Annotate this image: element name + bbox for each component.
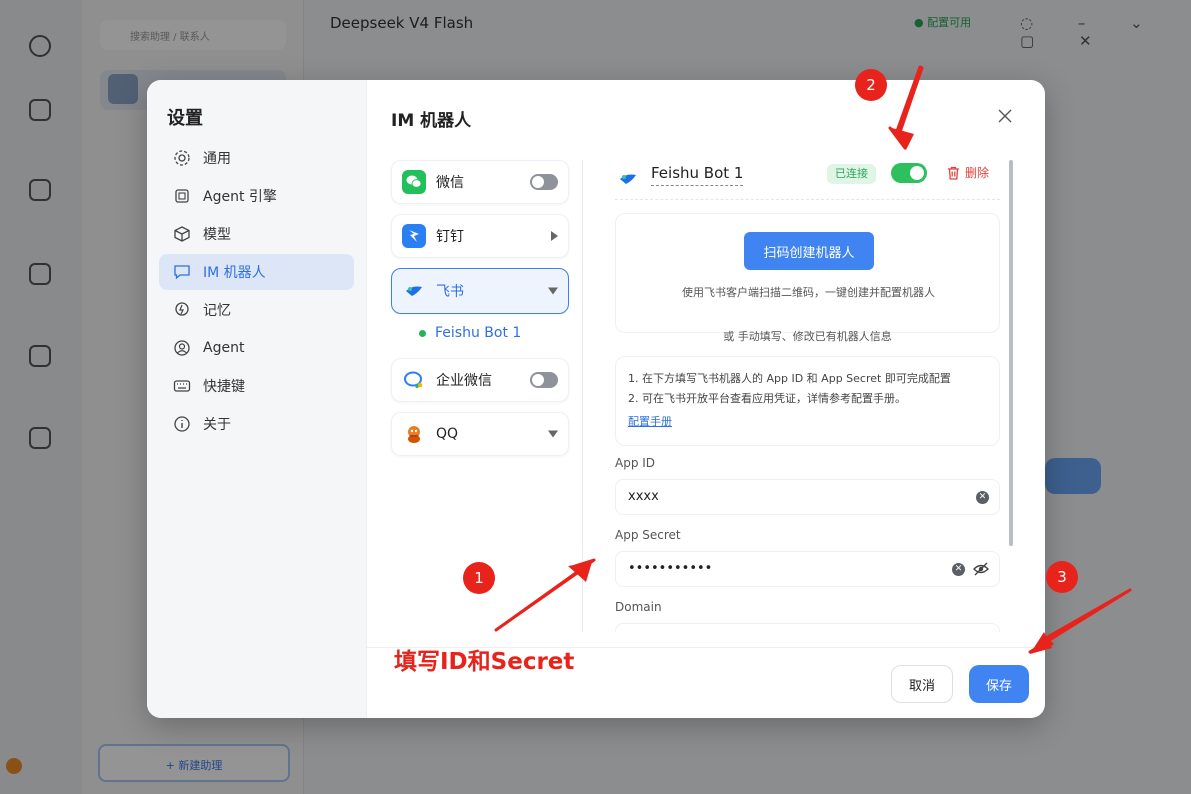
info-icon — [173, 415, 191, 433]
eye-off-icon[interactable] — [973, 562, 989, 576]
nav-item-agent-engine[interactable]: Agent 引擎 — [159, 178, 354, 214]
dingtalk-icon — [402, 224, 426, 248]
delete-label: 删除 — [965, 166, 990, 180]
annotation-number-1: 1 — [463, 562, 495, 594]
platform-label: 企业微信 — [436, 373, 492, 389]
nav-item-model[interactable]: 模型 — [159, 216, 354, 252]
online-dot — [419, 329, 426, 337]
platform-wecom[interactable]: 企业微信 — [391, 358, 569, 402]
wecom-icon — [402, 368, 426, 392]
chevron-right-icon[interactable] — [551, 231, 558, 241]
close-icon — [998, 109, 1012, 123]
qr-create-box: 扫码创建机器人 使用飞书客户端扫描二维码，一键创建并配置机器人 — [615, 213, 1000, 333]
nav-item-agent[interactable]: Agent — [159, 330, 354, 366]
settings-sidebar: 设置 通用 Agent 引擎 模型 IM 机器人 记忆 Agent 快捷键 关于 — [147, 80, 367, 718]
bot-config-panel: Feishu Bot 1 已连接 删除 扫码创建机器人 使用飞书客户端扫描二维码… — [615, 160, 1005, 632]
chip-icon — [173, 187, 191, 205]
nav-item-im-bot[interactable]: IM 机器人 — [159, 254, 354, 290]
save-button[interactable]: 保存 — [969, 665, 1029, 703]
bot-list-label: Feishu Bot 1 — [435, 325, 522, 341]
nav-label: Agent — [203, 340, 245, 356]
domain-label: Domain — [615, 600, 662, 614]
chevron-down-icon[interactable] — [548, 287, 558, 295]
platform-label: 飞书 — [436, 284, 464, 300]
annotation-number-2: 2 — [855, 69, 887, 101]
platform-label: 钉钉 — [436, 229, 464, 245]
bot-header: Feishu Bot 1 已连接 删除 — [615, 160, 1000, 200]
nav-label: IM 机器人 — [203, 265, 266, 281]
qr-tip: 使用飞书客户端扫描二维码，一键创建并配置机器人 — [682, 286, 935, 299]
manual-divider-text: 或 手动填写、修改已有机器人信息 — [723, 330, 892, 343]
nav-item-general[interactable]: 通用 — [159, 140, 354, 176]
settings-title: 设置 — [167, 108, 203, 129]
app-secret-label: App Secret — [615, 528, 681, 542]
chevron-down-icon[interactable] — [548, 430, 558, 438]
wecom-toggle[interactable] — [530, 372, 558, 388]
close-button[interactable] — [993, 104, 1017, 128]
divider — [582, 160, 583, 632]
app-secret-value: ••••••••••• — [628, 561, 713, 576]
page-title: IM 机器人 — [391, 111, 472, 131]
nav-label: 记忆 — [203, 303, 231, 319]
delete-button[interactable]: 删除 — [947, 164, 989, 181]
nav-item-shortcuts[interactable]: 快捷键 — [159, 368, 354, 404]
app-id-field[interactable]: xxxx ✕ — [615, 479, 1000, 515]
scrollbar[interactable] — [1009, 160, 1013, 546]
app-secret-field[interactable]: ••••••••••• ✕ — [615, 551, 1000, 587]
feishu-icon — [620, 174, 636, 184]
clear-icon[interactable]: ✕ — [952, 563, 965, 576]
feishu-icon — [402, 279, 426, 303]
annotation-text: 填写ID和Secret — [394, 649, 575, 675]
help-line: 2. 可在飞书开放平台查看应用凭证，详情参考配置手册。 — [628, 392, 906, 405]
platform-label: QQ — [436, 426, 459, 442]
bot-list-item[interactable]: Feishu Bot 1 — [419, 325, 521, 341]
nav-label: 快捷键 — [203, 379, 245, 395]
keyboard-icon — [173, 377, 191, 395]
settings-dialog: 设置 通用 Agent 引擎 模型 IM 机器人 记忆 Agent 快捷键 关于… — [147, 80, 1045, 718]
status-badge: 已连接 — [827, 164, 876, 184]
nav-label: Agent 引擎 — [203, 189, 277, 205]
bot-name[interactable]: Feishu Bot 1 — [651, 164, 744, 186]
nav-item-about[interactable]: 关于 — [159, 406, 354, 442]
chat-bubble-icon — [173, 263, 191, 281]
scan-create-button[interactable]: 扫码创建机器人 — [744, 232, 874, 270]
cube-icon — [173, 225, 191, 243]
app-id-value: xxxx — [628, 489, 659, 504]
platform-dingtalk[interactable]: 钉钉 — [391, 214, 569, 258]
gear-icon — [173, 149, 191, 167]
nav-label: 通用 — [203, 151, 231, 167]
nav-item-memory[interactable]: 记忆 — [159, 292, 354, 328]
app-id-label: App ID — [615, 456, 656, 470]
trash-icon — [948, 166, 959, 180]
bot-enable-toggle[interactable] — [891, 163, 927, 183]
platform-feishu[interactable]: 飞书 — [391, 268, 569, 314]
platform-wechat[interactable]: 微信 — [391, 160, 569, 204]
nav-label: 关于 — [203, 417, 231, 433]
qq-icon — [402, 422, 426, 446]
help-line: 1. 在下方填写飞书机器人的 App ID 和 App Secret 即可完成配… — [628, 372, 951, 385]
wechat-icon — [402, 170, 426, 194]
nav-label: 模型 — [203, 227, 231, 243]
help-box: 1. 在下方填写飞书机器人的 App ID 和 App Secret 即可完成配… — [615, 356, 1000, 446]
clear-icon[interactable]: ✕ — [976, 491, 989, 504]
manual-link[interactable]: 配置手册 — [628, 413, 672, 429]
domain-field[interactable] — [615, 623, 1000, 632]
annotation-number-3: 3 — [1046, 561, 1078, 593]
platform-qq[interactable]: QQ — [391, 412, 569, 456]
bulb-icon — [173, 301, 191, 319]
platform-label: 微信 — [436, 175, 464, 191]
cancel-button[interactable]: 取消 — [891, 665, 953, 703]
wechat-toggle[interactable] — [530, 174, 558, 190]
user-circle-icon — [173, 339, 191, 357]
